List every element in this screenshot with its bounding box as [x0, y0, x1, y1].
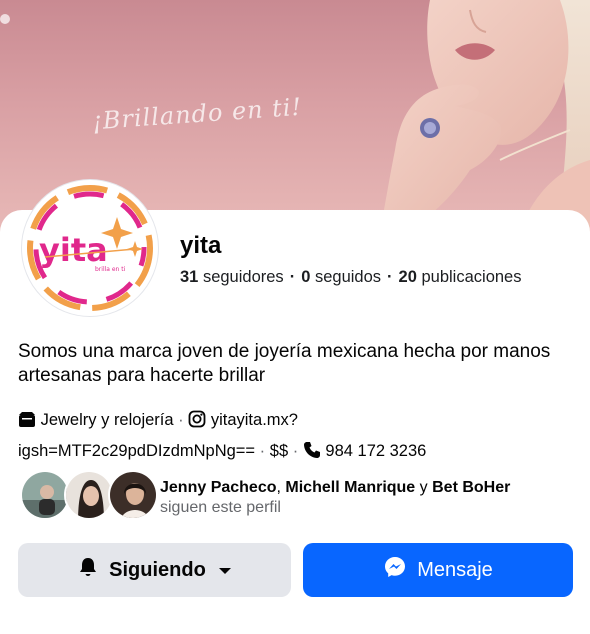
- posts-stat[interactable]: 20 publicaciones: [399, 268, 522, 286]
- mutual-followers-text: Jenny Pacheco, Michell Manrique y Bet Bo…: [160, 479, 511, 516]
- phone-icon: [303, 440, 321, 468]
- mutual-followers[interactable]: Jenny Pacheco, Michell Manrique y Bet Bo…: [20, 470, 580, 522]
- phone-number[interactable]: 984 172 3236: [325, 442, 426, 460]
- category-label: Jewelry y relojería: [40, 411, 174, 429]
- message-button[interactable]: Mensaje: [303, 543, 573, 597]
- profile-stats: 31 seguidores · 0 seguidos · 20 publicacione…: [180, 268, 522, 286]
- profile-name: yita: [180, 232, 222, 259]
- follower-avatar: [108, 470, 158, 520]
- following-stat[interactable]: 0 seguidos: [301, 268, 381, 286]
- following-button-label: Siguiendo: [109, 558, 206, 581]
- followers-stat[interactable]: 31 seguidores: [180, 268, 284, 286]
- category-icon: [18, 409, 36, 437]
- profile-details: Jewelry y relojería · yitayita.mx? igsh=…: [18, 406, 578, 468]
- bell-icon: [77, 556, 99, 584]
- price-range: $$: [269, 442, 289, 460]
- instagram-link-cont[interactable]: igsh=MTF2c29pdDIzdmNpNg==: [18, 442, 255, 460]
- message-button-label: Mensaje: [417, 558, 493, 581]
- following-button[interactable]: Siguiendo: [18, 543, 291, 597]
- profile-bio: Somos una marca joven de joyería mexican…: [18, 341, 551, 386]
- messenger-icon: [383, 555, 407, 585]
- cover-decoration: [0, 14, 10, 24]
- yita-logo-icon: yita brilla en ti: [27, 185, 153, 311]
- chevron-down-icon: [218, 559, 232, 582]
- profile-avatar[interactable]: yita brilla en ti: [22, 180, 158, 316]
- svg-text:brilla en ti: brilla en ti: [95, 266, 126, 273]
- instagram-link[interactable]: yitayita.mx?: [211, 411, 298, 429]
- follower-avatar: [64, 470, 114, 520]
- instagram-icon: [188, 409, 206, 437]
- follower-avatar: [20, 470, 70, 520]
- svg-text:yita: yita: [39, 231, 108, 269]
